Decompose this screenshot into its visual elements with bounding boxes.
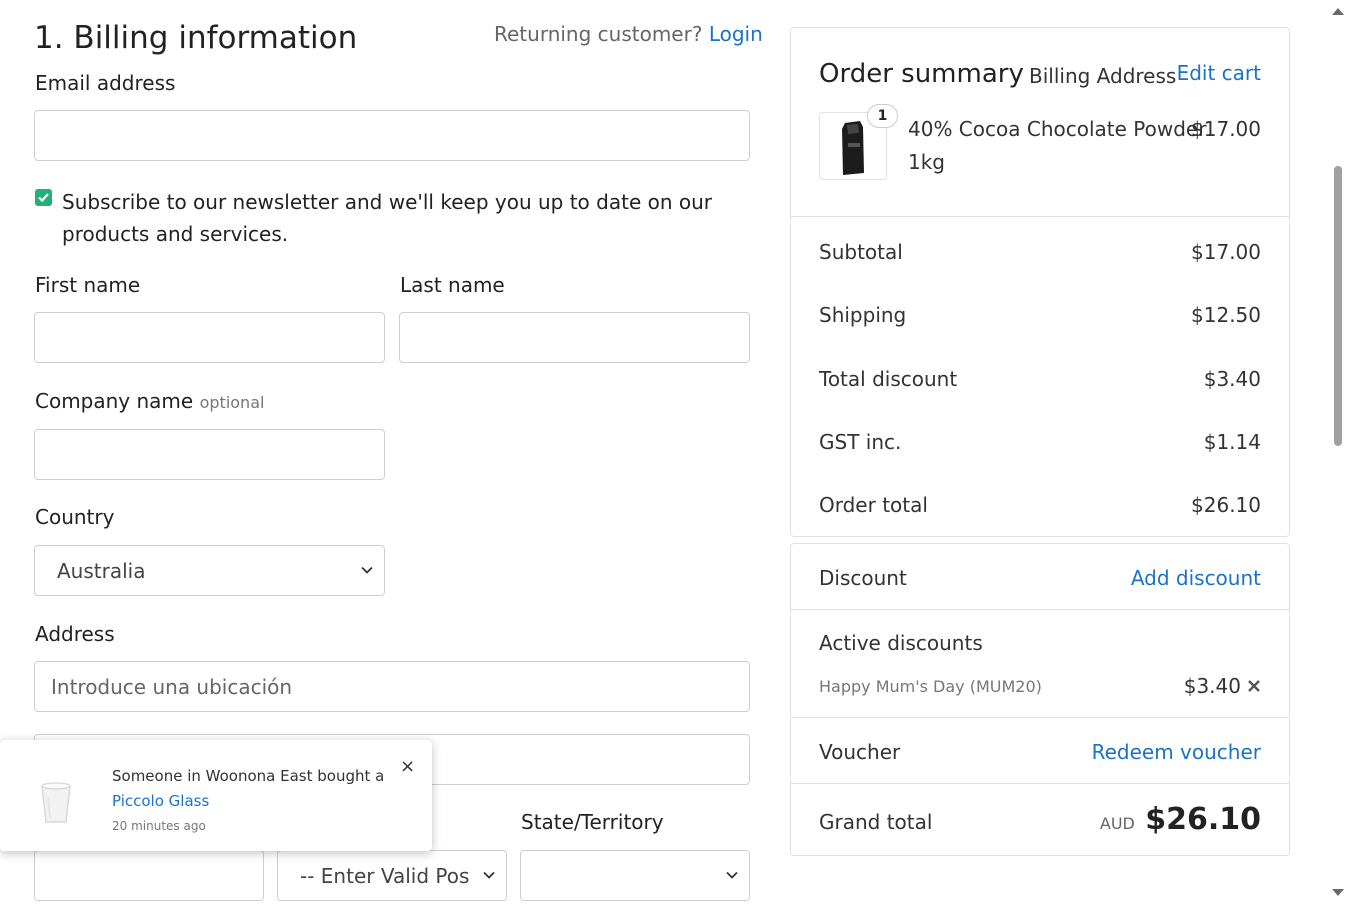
first-name-input[interactable] xyxy=(34,312,385,363)
totals-row-discount: Total discount $3.40 xyxy=(819,367,1261,391)
gst-value: $1.14 xyxy=(1203,430,1261,454)
total-discount-value: $3.40 xyxy=(1203,367,1261,391)
check-icon xyxy=(38,193,49,203)
active-discounts-label: Active discounts xyxy=(819,631,983,655)
address-placeholder: Introduce una ubicación xyxy=(51,674,293,699)
order-summary-title: Order summary xyxy=(819,59,1024,89)
postcode-select[interactable]: -- Enter Valid Post xyxy=(277,850,507,901)
state-select[interactable] xyxy=(520,850,750,901)
page-scrollbar[interactable] xyxy=(1327,0,1347,905)
discount-card: Discount Add discount Active discounts H… xyxy=(790,543,1290,856)
quantity-badge: 1 xyxy=(867,104,898,128)
country-label: Country xyxy=(35,505,115,529)
scroll-up-icon[interactable] xyxy=(1332,8,1344,15)
grand-total-currency: AUD xyxy=(1099,814,1135,833)
order-summary-card: Order summary Billing Address Edit cart … xyxy=(790,27,1290,537)
country-value: Australia xyxy=(57,558,146,583)
scrollbar-thumb[interactable] xyxy=(1334,166,1342,446)
first-name-label: First name xyxy=(35,273,141,297)
item-name: 40% Cocoa Chocolate Powder xyxy=(908,117,1207,141)
divider xyxy=(791,717,1289,718)
item-price: $17.00 xyxy=(1191,117,1261,141)
totals-row-gst: GST inc. $1.14 xyxy=(819,430,1261,454)
state-label: State/Territory xyxy=(521,810,664,834)
grand-total-amount: AUD $26.10 xyxy=(1100,802,1261,837)
voucher-label: Voucher xyxy=(819,740,901,764)
notification-text: Someone in Woonona East bought a Piccolo… xyxy=(112,764,384,839)
redeem-voucher-link[interactable]: Redeem voucher xyxy=(1092,740,1261,764)
edit-cart-link[interactable]: Edit cart xyxy=(1177,61,1261,85)
company-input[interactable] xyxy=(34,429,385,480)
scroll-down-icon[interactable] xyxy=(1332,889,1344,896)
total-discount-label: Total discount xyxy=(819,367,958,391)
page-title: 1. Billing information xyxy=(34,20,358,56)
subtotal-label: Subtotal xyxy=(819,240,903,264)
purchase-notification: Someone in Woonona East bought a Piccolo… xyxy=(0,740,432,851)
city-input[interactable] xyxy=(34,850,264,901)
chevron-down-icon xyxy=(361,566,373,574)
active-discount-item: Happy Mum's Day (MUM20) $3.40 xyxy=(819,674,1261,698)
notification-product-link[interactable]: Piccolo Glass xyxy=(112,789,384,814)
divider xyxy=(791,216,1289,217)
email-input[interactable] xyxy=(34,110,750,161)
remove-discount-icon[interactable] xyxy=(1247,679,1261,693)
address-label: Address xyxy=(35,622,115,646)
totals-row-shipping: Shipping $12.50 xyxy=(819,303,1261,327)
newsletter-checkbox[interactable] xyxy=(35,189,52,206)
discount-label: Discount xyxy=(819,566,907,590)
piccolo-glass-image[interactable] xyxy=(36,780,76,828)
notification-message: Someone in Woonona East bought a xyxy=(112,767,385,785)
postcode-select-value: -- Enter Valid Post xyxy=(300,863,470,888)
item-variant: 1kg xyxy=(908,150,946,174)
grand-total-value: $26.10 xyxy=(1145,802,1261,837)
notification-time: 20 minutes ago xyxy=(112,819,206,833)
company-label-text: Company name xyxy=(35,389,194,413)
company-label: Company name optional xyxy=(35,389,264,413)
active-discount-value: $3.40 xyxy=(1183,674,1241,698)
gst-label: GST inc. xyxy=(819,430,902,454)
totals-row-subtotal: Subtotal $17.00 xyxy=(819,240,1261,264)
address-input[interactable]: Introduce una ubicación xyxy=(34,661,750,712)
chevron-down-icon xyxy=(483,871,495,879)
active-discounts-row: Active discounts xyxy=(819,631,1261,655)
active-discount-name: Happy Mum's Day (MUM20) xyxy=(819,676,1042,696)
chevron-down-icon xyxy=(726,871,738,879)
country-select[interactable]: Australia xyxy=(34,545,385,596)
grand-total-label: Grand total xyxy=(819,810,933,834)
voucher-row: Voucher Redeem voucher xyxy=(819,740,1261,764)
divider xyxy=(791,609,1289,610)
optional-tag: optional xyxy=(199,393,265,412)
divider xyxy=(791,783,1289,784)
add-discount-link[interactable]: Add discount xyxy=(1131,566,1261,590)
close-notification-button[interactable]: × xyxy=(400,756,415,777)
login-link[interactable]: Login xyxy=(709,22,763,46)
totals-row-order-total: Order total $26.10 xyxy=(819,493,1261,517)
returning-customer: Returning customer? Login xyxy=(494,22,763,46)
returning-text: Returning customer? xyxy=(494,22,703,46)
billing-address-subtitle: Billing Address xyxy=(1029,64,1177,88)
active-discount-amount: $3.40 xyxy=(1184,674,1261,698)
grand-total-row: Grand total AUD $26.10 xyxy=(819,802,1261,837)
subtotal-value: $17.00 xyxy=(1191,240,1261,264)
order-total-label: Order total xyxy=(819,493,928,517)
discount-row: Discount Add discount xyxy=(819,566,1261,590)
order-total-value: $26.10 xyxy=(1191,493,1261,517)
email-label: Email address xyxy=(35,71,176,95)
shipping-label: Shipping xyxy=(819,303,907,327)
last-name-input[interactable] xyxy=(399,312,750,363)
newsletter-label: Subscribe to our newsletter and we'll ke… xyxy=(62,190,713,246)
last-name-label: Last name xyxy=(400,273,505,297)
shipping-value: $12.50 xyxy=(1191,303,1261,327)
